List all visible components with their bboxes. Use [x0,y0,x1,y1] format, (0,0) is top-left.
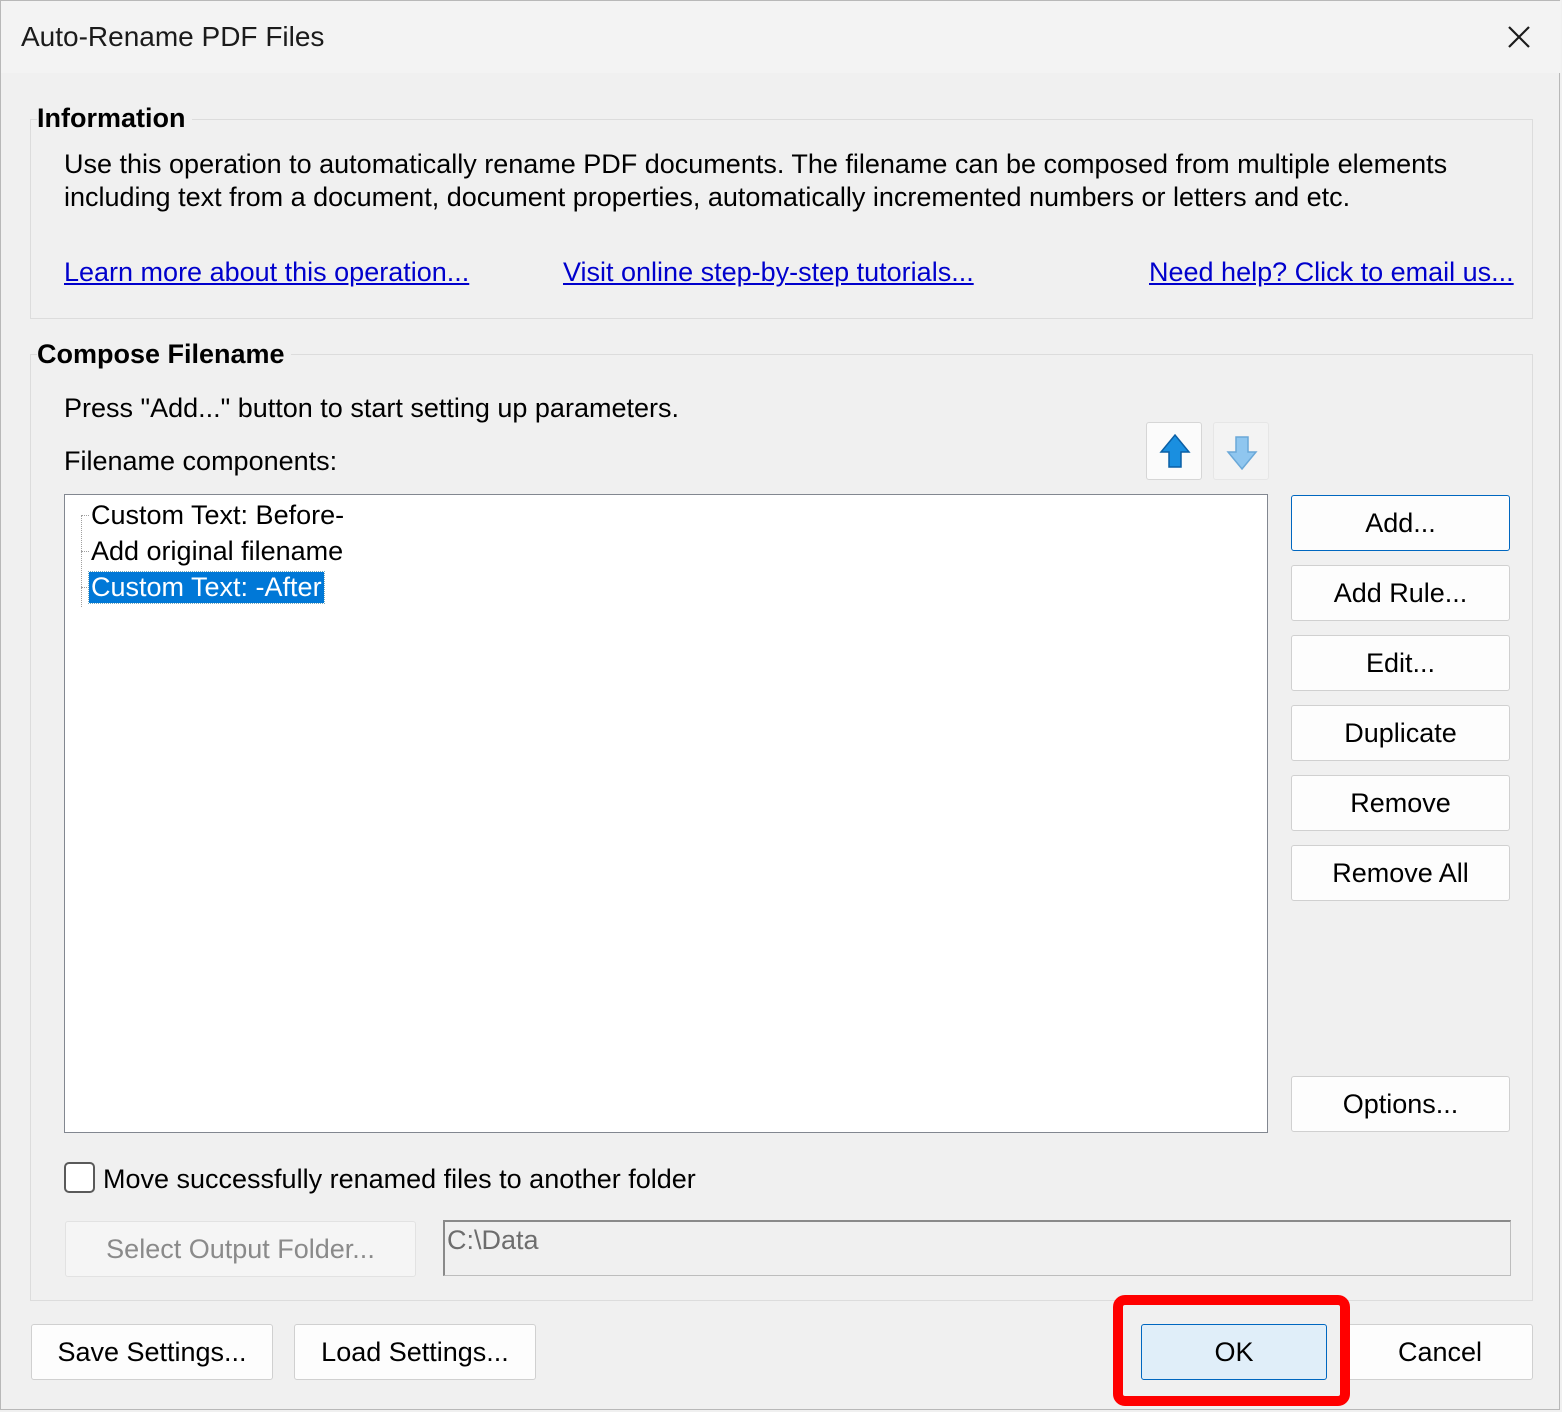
list-item-selected[interactable]: Custom Text: -After [88,571,325,604]
learn-more-link[interactable]: Learn more about this operation... [64,257,469,288]
tree-connector [81,587,89,588]
ok-button[interactable]: OK [1141,1324,1327,1380]
information-title: Information [37,103,192,134]
select-output-folder-button[interactable]: Select Output Folder... [65,1221,416,1277]
filename-components-label: Filename components: [64,446,338,476]
tree-connector [81,551,89,552]
move-down-button[interactable] [1213,422,1269,480]
dialog-window: Auto-Rename PDF Files Information Use th… [0,0,1561,1410]
window-title: Auto-Rename PDF Files [21,21,325,52]
close-icon[interactable] [1497,15,1541,59]
load-settings-button[interactable]: Load Settings... [294,1324,536,1380]
arrow-down-icon [1226,436,1258,471]
tree-connector [81,515,89,516]
information-text-line1: Use this operation to automatically rena… [64,149,1448,179]
list-item[interactable]: Add original filename [89,536,345,567]
duplicate-button[interactable]: Duplicate [1291,705,1510,761]
options-button[interactable]: Options... [1291,1076,1510,1132]
add-rule-button[interactable]: Add Rule... [1291,565,1510,621]
filename-components-list[interactable]: Custom Text: Before- Add original filena… [64,494,1268,1133]
move-files-label[interactable]: Move successfully renamed files to anoth… [103,1164,696,1195]
output-folder-field[interactable]: C:\Data [443,1220,1511,1276]
remove-button[interactable]: Remove [1291,775,1510,831]
title-bar: Auto-Rename PDF Files [1,1,1561,73]
help-email-link[interactable]: Need help? Click to email us... [1149,257,1514,288]
move-up-button[interactable] [1146,422,1202,480]
compose-title: Compose Filename [37,339,291,370]
list-item[interactable]: Custom Text: Before- [89,500,346,531]
compose-instruction: Press "Add..." button to start setting u… [64,393,679,423]
edit-button[interactable]: Edit... [1291,635,1510,691]
move-files-checkbox[interactable] [64,1162,95,1193]
remove-all-button[interactable]: Remove All [1291,845,1510,901]
tree-connector [81,515,82,607]
cancel-button[interactable]: Cancel [1347,1324,1533,1380]
arrow-up-icon [1159,433,1191,468]
add-button[interactable]: Add... [1291,495,1510,551]
information-text-line2: including text from a document, document… [64,182,1351,212]
save-settings-button[interactable]: Save Settings... [31,1324,273,1380]
tutorials-link[interactable]: Visit online step-by-step tutorials... [563,257,974,288]
